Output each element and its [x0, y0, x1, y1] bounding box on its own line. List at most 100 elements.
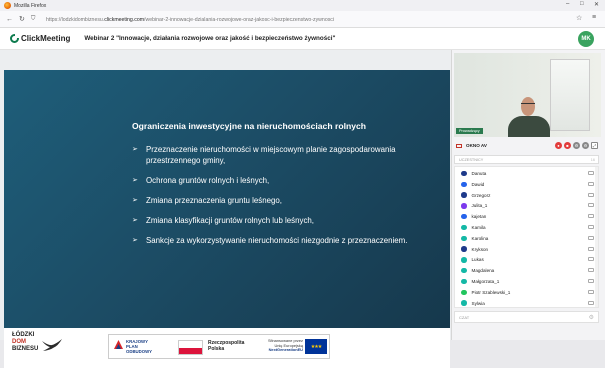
url-bar: ← ↻ ⛉ https://lodzkidombiznesu. clickmeet… — [0, 11, 605, 28]
logo-mark-icon — [10, 34, 19, 43]
presentation-stage: Ograniczenia inwestycyjne na nieruchomoś… — [0, 50, 451, 368]
participant-avatar-icon — [461, 289, 467, 296]
poland-flag-icon — [178, 340, 203, 355]
participant-avatar-icon — [461, 203, 467, 209]
slide-bullets: Przeznaczenie nieruchomości w miejscowym… — [132, 144, 412, 255]
url-field[interactable]: https://lodzkidombiznesu. clickmeeting.co… — [46, 14, 571, 25]
url-path: /webinar-2-innowacje-dzialania-rozwojowe… — [144, 16, 335, 23]
slide-bullet: Sankcje za wykorzystywanie nieruchomości… — [132, 235, 412, 246]
participant-name: Kamila — [471, 225, 486, 230]
url-domain: clickmeeting.com — [104, 16, 145, 23]
settings-icon[interactable]: ⚙ — [573, 142, 580, 149]
participant-avatar-icon — [461, 224, 467, 231]
ldb-line-3: BIZNESU — [12, 346, 39, 352]
participant-row[interactable]: Dawid — [455, 179, 598, 190]
monitor-icon[interactable] — [588, 289, 594, 294]
participant-name: Dawid — [471, 181, 485, 187]
participant-avatar-icon — [461, 170, 467, 177]
participant-name: Małgorzata_1 — [471, 279, 500, 284]
participant-avatar-icon — [461, 257, 467, 263]
participant-name: Lukas — [471, 257, 484, 263]
participant-avatar-icon — [461, 181, 467, 188]
logo-text: ClickMeeting — [21, 34, 71, 43]
swallow-logo-icon — [42, 339, 62, 351]
participant-row[interactable]: Julita_1 — [455, 200, 598, 211]
shield-icon[interactable]: ⛉ — [31, 16, 36, 23]
av-controls: ● ■ ⚙ ⚙ ⤢ — [555, 142, 598, 149]
presenter-glasses — [521, 103, 535, 106]
participant-avatar-icon — [461, 192, 467, 198]
maximize-icon[interactable]: □ — [580, 1, 584, 7]
ldb-line-1: ŁÓDZKI — [12, 332, 35, 338]
webinar-title: Webinar 2 "Innowacje, działania rozwojow… — [84, 35, 336, 42]
clickmeeting-logo: ClickMeeting — [10, 34, 70, 43]
rp-text: Rzeczpospolita Polska — [208, 340, 244, 352]
participant-name: Sylwia — [471, 300, 485, 306]
monitor-icon[interactable] — [588, 268, 594, 273]
app-header: ClickMeeting Webinar 2 "Innowacje, dział… — [0, 28, 605, 50]
participant-row[interactable]: Kamila — [455, 222, 598, 233]
participant-row[interactable]: Małgorzata_1 — [455, 276, 598, 287]
monitor-icon[interactable] — [588, 214, 594, 219]
monitor-icon[interactable] — [588, 203, 594, 208]
back-icon[interactable]: ← — [6, 16, 13, 23]
slide-footer: ŁÓDZKI DOM BIZNESU KRAJOWY PLAN ODBUDOWY… — [4, 328, 450, 368]
window-background — [550, 59, 590, 131]
user-avatar[interactable]: MK — [578, 31, 594, 47]
monitor-icon[interactable] — [588, 257, 594, 262]
ldb-line-2: DOM — [12, 339, 26, 345]
presenter-body — [508, 116, 550, 137]
fin-line-3: NextGenerationEU — [268, 347, 303, 353]
eu-flag-icon: ★★★ — [305, 339, 327, 354]
slide-bullet: Ochrona gruntów rolnych i leśnych, — [132, 175, 412, 186]
chat-section[interactable]: CZAT ⚙ — [454, 311, 599, 323]
kpo-line-3: ODBUDOWY — [126, 349, 153, 354]
presenter-video[interactable]: Prowadzący — [454, 53, 601, 137]
participant-row[interactable]: Sylwia — [455, 298, 598, 309]
participant-row[interactable]: Krykson — [455, 244, 598, 255]
chat-label: CZAT — [459, 314, 470, 320]
reload-icon[interactable]: ↻ — [19, 15, 25, 23]
participant-name: Krykson — [471, 246, 489, 252]
participant-row[interactable]: Piotr Szablewski_1 — [455, 287, 598, 298]
participant-row[interactable]: Grzegorz — [455, 190, 598, 201]
participant-avatar-icon — [461, 213, 467, 220]
monitor-icon[interactable] — [588, 225, 594, 229]
participant-row[interactable]: Danuta — [455, 168, 598, 179]
participant-name: Julita_1 — [471, 203, 488, 209]
monitor-icon[interactable] — [588, 246, 594, 251]
chat-settings-icon[interactable]: ⚙ — [589, 314, 594, 321]
slide-bullet: Zmiana przeznaczenia gruntu leśnego, — [132, 195, 412, 206]
monitor-icon[interactable] — [588, 192, 594, 197]
close-icon[interactable]: ✕ — [594, 1, 599, 8]
participant-avatar-icon — [461, 300, 467, 306]
monitor-icon[interactable] — [588, 235, 594, 240]
participants-count: 16 — [590, 157, 595, 162]
expand-icon[interactable]: ⤢ — [591, 142, 598, 149]
camera-label: Prowadzący — [456, 128, 483, 134]
mic-icon[interactable]: ● — [555, 142, 562, 149]
participant-name: Piotr Szablewski_1 — [471, 289, 511, 295]
participant-row[interactable]: Lukas — [455, 254, 598, 265]
url-prefix: https://lodzkidombiznesu. — [46, 16, 105, 23]
slide-bullet: Przeznaczenie nieruchomości w miejscowym… — [132, 144, 412, 166]
participant-row[interactable]: Karolina — [455, 233, 598, 244]
bookmark-star-icon[interactable]: ☆ — [576, 14, 582, 22]
participant-name: Karolina — [471, 235, 489, 241]
funding-logos: KRAJOWY PLAN ODBUDOWY Rzeczpospolita Pol… — [108, 334, 330, 359]
participant-avatar-icon — [461, 246, 467, 252]
settings-gear-icon[interactable]: ⚙ — [582, 142, 589, 149]
slide-heading: Ograniczenia inwestycyjne na nieruchomoś… — [132, 121, 367, 131]
monitor-icon[interactable] — [588, 279, 594, 283]
rp-line-2: Polska — [208, 346, 225, 352]
participants-search[interactable]: UCZESTNICY 16 — [454, 155, 599, 164]
camera-toggle-icon[interactable]: ■ — [564, 142, 571, 149]
monitor-icon[interactable] — [588, 181, 594, 186]
monitor-icon[interactable] — [588, 171, 594, 175]
participant-row[interactable]: kajetan — [455, 211, 598, 222]
menu-icon[interactable]: ≡ — [592, 14, 596, 21]
participant-avatar-icon — [461, 267, 467, 274]
minimize-icon[interactable]: – — [566, 1, 569, 7]
monitor-icon[interactable] — [588, 300, 594, 305]
participant-row[interactable]: Magdalena — [455, 265, 598, 276]
